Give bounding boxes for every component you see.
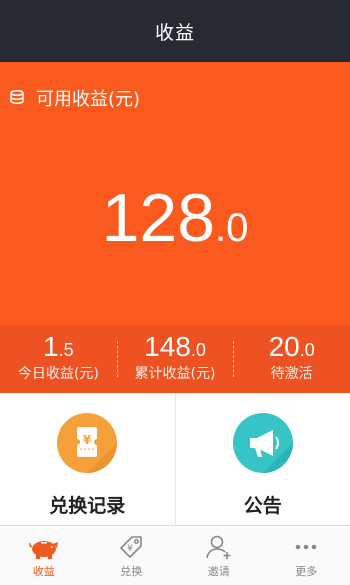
stat-value-integer: 1 — [43, 331, 59, 362]
exchange-records-icon-circle: ¥ — [57, 413, 118, 473]
bottom-tab-bar: 收益 ¥ 兑换 邀请 更多 — [0, 525, 350, 585]
announcements-button[interactable]: 公告 — [174, 393, 350, 525]
more-icon — [295, 544, 317, 550]
stat-label: 待激活 — [270, 366, 313, 382]
tab-invite[interactable]: 邀请 — [175, 526, 263, 585]
earnings-stats: 1.5 今日收益(元) 148.0 累计收益(元) 20.0 待激活 — [0, 325, 350, 393]
svg-text:¥: ¥ — [127, 544, 133, 554]
ticket-yuan-icon: ¥ — [74, 427, 118, 473]
available-earnings-label-row: 可用收益(元) — [8, 85, 140, 111]
amount-decimal: .0 — [215, 206, 249, 250]
available-earnings-panel: 可用收益(元) 128.0 — [0, 62, 350, 325]
add-user-icon — [205, 535, 231, 559]
tab-label: 更多 — [295, 565, 318, 578]
available-earnings-amount: 128.0 — [0, 184, 350, 252]
stat-value-decimal: .0 — [299, 340, 315, 360]
piggy-bank-icon — [28, 541, 58, 559]
amount-integer: 128 — [101, 180, 216, 256]
title-bar: 收益 — [0, 0, 350, 62]
tab-label: 兑换 — [120, 565, 143, 578]
stat-today: 1.5 今日收益(元) — [0, 325, 117, 393]
action-cards: ¥ 兑换记录 公告 — [0, 393, 350, 525]
announcements-label: 公告 — [243, 495, 282, 517]
exchange-records-label: 兑换记录 — [49, 495, 126, 517]
stat-value-decimal: .0 — [190, 340, 206, 360]
stat-pending: 20.0 待激活 — [233, 325, 350, 393]
svg-text:¥: ¥ — [83, 433, 92, 447]
announcements-icon-circle — [232, 413, 293, 473]
stat-value-integer: 148 — [144, 331, 191, 362]
stat-label: 累计收益(元) — [134, 366, 216, 382]
tab-more[interactable]: 更多 — [263, 526, 350, 585]
tab-exchange[interactable]: ¥ 兑换 — [88, 526, 176, 585]
tab-earnings[interactable]: 收益 — [0, 526, 88, 585]
tag-icon: ¥ — [120, 536, 143, 558]
tab-label: 收益 — [32, 565, 55, 578]
tab-label: 邀请 — [207, 565, 230, 578]
megaphone-icon — [249, 430, 293, 473]
page-title: 收益 — [154, 21, 195, 44]
stat-value-integer: 20 — [268, 331, 300, 362]
stat-label: 今日收益(元) — [17, 366, 99, 382]
stat-value-decimal: .5 — [58, 340, 74, 360]
available-earnings-label: 可用收益(元) — [36, 89, 141, 110]
stat-total: 148.0 累计收益(元) — [116, 325, 234, 393]
exchange-records-button[interactable]: ¥ 兑换记录 — [0, 393, 175, 525]
coin-stack-icon — [10, 89, 24, 105]
